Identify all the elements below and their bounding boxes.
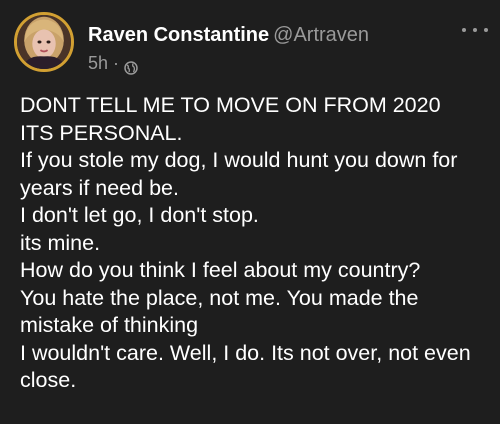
post-card: Raven Constantine @Artraven 5h · DONT TEL… [0,0,500,424]
post-line: its mine. [20,230,101,255]
post-meta: 5h · [88,50,138,76]
globe-icon [124,56,138,75]
author-handle[interactable]: @Artraven [273,24,369,46]
post-line: mistake of thinking [20,313,199,337]
post-line: close. [20,368,77,392]
post-line: ITS PERSONAL. [20,120,183,145]
more-dot [462,28,466,32]
post-line: You hate the place, not me. You made the [20,285,419,310]
post-line: How do you think I feel about my country… [20,258,421,282]
post-line: years if need be. [20,175,179,200]
post-line: If you stole my dog, I would hunt you do… [20,148,458,172]
post-body: DONT TELL ME TO MOVE ON FROM 2020 ITS PE… [20,92,488,395]
post-line: DONT TELL ME TO MOVE ON FROM 2020 [20,93,441,117]
post-line: I wouldn't care. Well, I do. Its not ove… [20,340,471,365]
author-display-name[interactable]: Raven Constantine [88,24,269,46]
post-line: I don't let go, I don't stop. [20,203,259,227]
avatar[interactable] [14,12,74,72]
more-dot [484,28,488,32]
meta-separator: · [113,53,120,73]
more-options-icon[interactable] [462,20,488,40]
post-timestamp[interactable]: 5h [88,50,108,76]
avatar-image [17,15,71,69]
post-header: Raven Constantine @Artraven [88,20,369,50]
more-dot [473,28,477,32]
